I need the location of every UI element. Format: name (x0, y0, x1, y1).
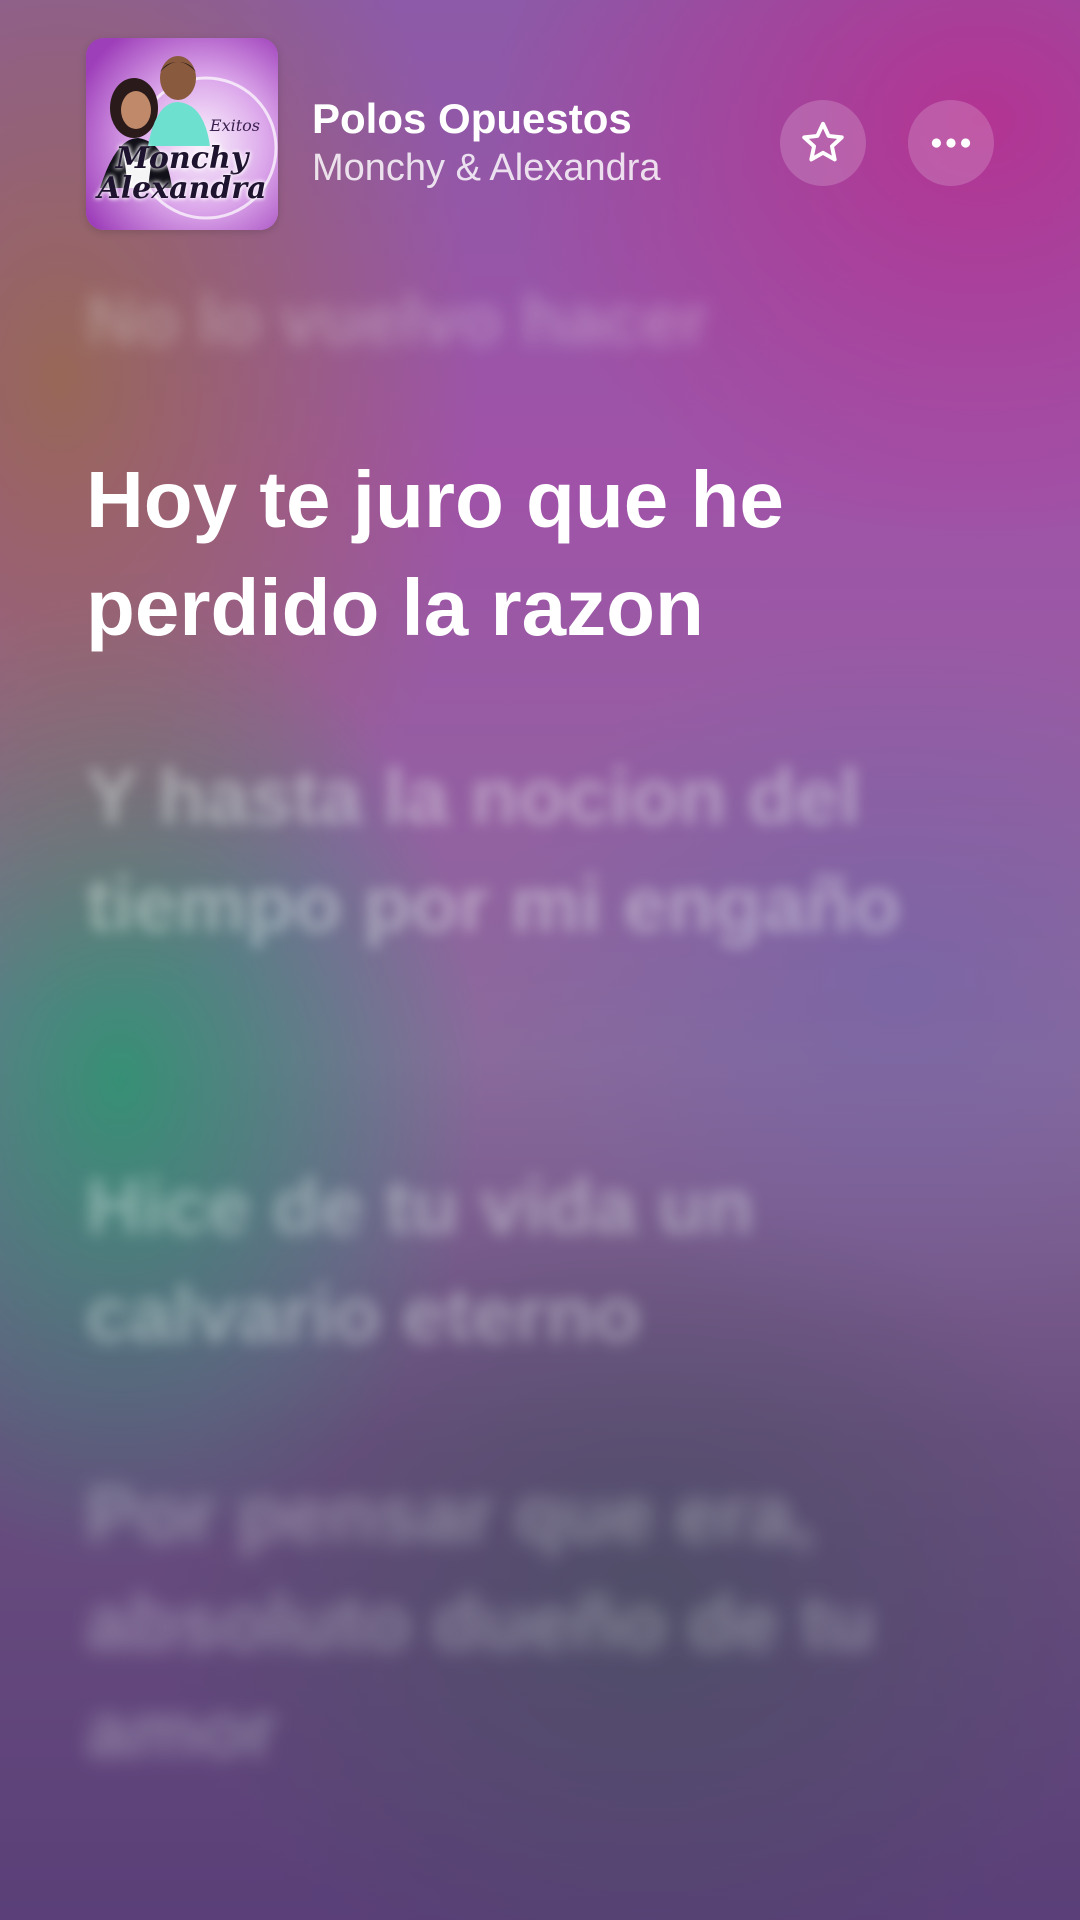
more-options-button[interactable] (908, 100, 994, 186)
album-artwork-title-line2: Alexandra (97, 171, 267, 206)
star-icon (802, 121, 844, 162)
lyric-line-upcoming[interactable]: Hice de tu vida un calvario eterno (86, 1152, 990, 1368)
song-title: Polos Opuestos (312, 95, 632, 142)
now-playing-header: Exitos Monchy Alexandra Polos Opuestos M… (86, 38, 994, 232)
favorite-button[interactable] (780, 100, 866, 186)
album-artwork-badge: Exitos (209, 116, 260, 135)
lyric-line-current[interactable]: Hoy te juro que he perdido la razon (86, 446, 990, 662)
album-artwork-title-line1: Monchy (115, 141, 249, 176)
lyric-line-past[interactable]: No lo vuelvo hacer (86, 270, 708, 370)
album-artwork[interactable]: Exitos Monchy Alexandra (86, 38, 278, 230)
song-info[interactable]: Polos Opuestos Monchy & Alexandra (312, 94, 661, 192)
song-artist: Monchy & Alexandra (312, 147, 661, 189)
lyric-line-upcoming[interactable]: Por pensar que era, absoluto dueño de tu… (86, 1460, 990, 1784)
ellipsis-icon (931, 138, 971, 148)
album-artwork-title: Monchy Alexandra (86, 144, 278, 204)
lyric-line-upcoming[interactable]: Y hasta la nocion del tiempo por mi enga… (86, 742, 990, 958)
